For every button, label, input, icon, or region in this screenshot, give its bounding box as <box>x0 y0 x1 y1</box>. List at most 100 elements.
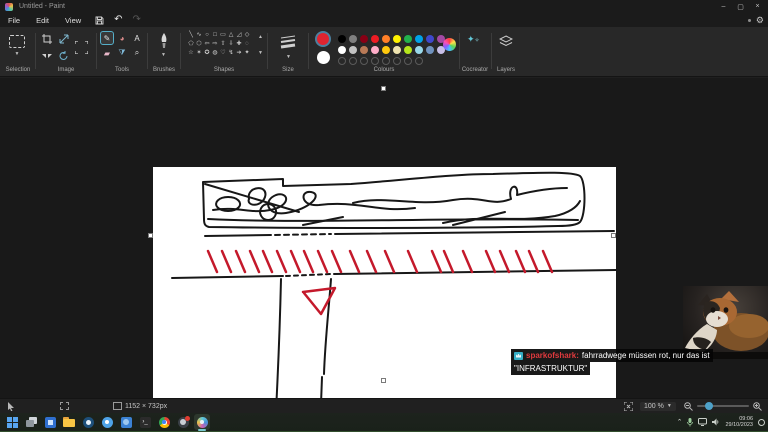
zoom-out-button[interactable] <box>684 401 693 411</box>
shape-option[interactable]: ⇨ <box>211 40 219 49</box>
palette-colour-efe4b0[interactable] <box>392 45 401 54</box>
palette-colour-ffc90e[interactable] <box>381 45 390 54</box>
settings-gear-icon[interactable]: ⚙ <box>756 15 764 25</box>
taskbar-icon-app-notification[interactable] <box>175 414 191 430</box>
rotate-icon[interactable] <box>59 51 69 61</box>
canvas-resize-handle-bottom[interactable] <box>381 378 386 383</box>
palette-empty-slot[interactable] <box>392 56 401 65</box>
palette-colour-ffaec9[interactable] <box>370 45 379 54</box>
canvas-resize-handle-top[interactable] <box>381 86 386 91</box>
layers-icon[interactable] <box>499 35 513 48</box>
taskbar-icon-app-round-blue[interactable] <box>99 414 115 430</box>
cocreator-sparkle-icon[interactable]: ✦✧ <box>467 34 480 45</box>
undo-icon[interactable]: ↶ <box>114 15 122 25</box>
taskbar-icon-paint[interactable] <box>194 414 210 431</box>
shapes-scroll-down-icon[interactable]: ▼ <box>258 51 263 56</box>
select-all-icon[interactable] <box>75 41 88 54</box>
palette-colour-000000[interactable] <box>337 34 346 43</box>
palette-colour-00a2e8[interactable] <box>414 34 423 43</box>
taskbar-icon-chrome[interactable] <box>156 414 172 430</box>
crop-icon[interactable] <box>42 34 52 44</box>
menu-view[interactable]: View <box>57 16 89 25</box>
taskbar-icon-terminal[interactable]: ›_ <box>137 414 153 430</box>
shape-option[interactable]: □ <box>211 31 219 40</box>
taskbar-icon-photos[interactable] <box>118 414 134 430</box>
shape-option[interactable]: ⇦ <box>203 40 211 49</box>
shape-option[interactable]: ↯ <box>227 49 235 58</box>
brush-icon[interactable] <box>159 33 169 49</box>
color-picker-tool[interactable]: ⧩ <box>115 46 129 60</box>
menu-file[interactable]: File <box>0 16 28 25</box>
zoom-level-dropdown[interactable]: 100 % ▼ <box>640 401 676 411</box>
close-button[interactable]: × <box>749 0 766 13</box>
tray-chevron-up-icon[interactable]: ⌃ <box>677 418 683 426</box>
magnifier-tool[interactable]: ⌕ <box>130 46 144 60</box>
shape-option[interactable]: ○ <box>203 31 211 40</box>
zoom-slider-thumb[interactable] <box>705 402 713 410</box>
palette-colour-b97a57[interactable] <box>359 45 368 54</box>
shape-option[interactable]: ◍ <box>211 49 219 58</box>
zoom-slider[interactable] <box>697 402 749 410</box>
shape-option[interactable]: ✶ <box>195 49 203 58</box>
shape-option[interactable]: ✚ <box>235 40 243 49</box>
palette-colour-ffffff[interactable] <box>337 45 346 54</box>
palette-colour-22b14c[interactable] <box>403 34 412 43</box>
flip-icon[interactable] <box>42 51 52 61</box>
speaker-icon[interactable] <box>712 418 720 426</box>
eraser-tool[interactable]: ▰ <box>100 46 114 60</box>
shape-option[interactable]: ⬡ <box>195 40 203 49</box>
zoom-in-button[interactable] <box>753 401 762 411</box>
text-tool[interactable]: A <box>130 31 144 45</box>
taskbar-icon-task-view[interactable] <box>23 414 39 430</box>
taskbar-icon-app-round-dark[interactable] <box>80 414 96 430</box>
shape-option[interactable]: ∿ <box>195 31 203 40</box>
line-size-icon[interactable] <box>280 35 296 49</box>
canvas-resize-handle-left[interactable] <box>148 233 153 238</box>
palette-empty-slot[interactable] <box>370 56 379 65</box>
palette-colour-fff200[interactable] <box>392 34 401 43</box>
shape-option[interactable]: ▭ <box>219 31 227 40</box>
taskbar-icon-file-explorer[interactable] <box>61 414 77 430</box>
shape-option[interactable]: ➔ <box>235 49 243 58</box>
fill-tool[interactable]: ◕ <box>115 31 129 45</box>
shape-option[interactable]: ☆ <box>187 49 195 58</box>
chevron-down-icon[interactable]: ▼ <box>286 55 291 60</box>
shape-option[interactable]: ⇩ <box>227 40 235 49</box>
shape-option[interactable]: ╲ <box>187 31 195 40</box>
clock[interactable]: 09:06 29/10/2023 <box>725 416 753 428</box>
shape-option[interactable]: ♡ <box>219 49 227 58</box>
selection-tool-button[interactable]: ▼ <box>9 35 25 57</box>
redo-icon[interactable]: ↷ <box>133 15 141 25</box>
palette-colour-99d9ea[interactable] <box>414 45 423 54</box>
palette-colour-ff7f27[interactable] <box>381 34 390 43</box>
shape-option[interactable]: ⬠ <box>187 40 195 49</box>
palette-empty-slot[interactable] <box>359 56 368 65</box>
foreground-colour-swatch[interactable] <box>315 31 331 47</box>
drawing-canvas[interactable] <box>153 167 616 432</box>
taskbar-icon-app-blue[interactable] <box>42 414 58 430</box>
notification-bell-icon[interactable] <box>758 418 765 426</box>
minimize-button[interactable]: – <box>715 0 732 13</box>
palette-colour-7f7f7f[interactable] <box>348 34 357 43</box>
menu-edit[interactable]: Edit <box>28 16 57 25</box>
resize-icon[interactable] <box>59 34 70 44</box>
shape-option[interactable]: △ <box>227 31 235 40</box>
zoom-slider-track[interactable] <box>697 402 749 410</box>
taskbar-icon-start[interactable] <box>4 414 20 430</box>
chevron-down-icon[interactable]: ▼ <box>9 52 25 57</box>
palette-empty-slot[interactable] <box>381 56 390 65</box>
maximize-button[interactable]: ▢ <box>732 0 749 13</box>
shape-option[interactable]: ◇ <box>243 31 251 40</box>
shape-option[interactable]: ✪ <box>203 49 211 58</box>
shape-option[interactable]: ◿ <box>235 31 243 40</box>
edit-colours-icon[interactable] <box>443 38 456 51</box>
palette-empty-slot[interactable] <box>414 56 423 65</box>
display-icon[interactable] <box>698 418 708 426</box>
pencil-tool[interactable]: ✎ <box>100 31 114 45</box>
palette-empty-slot[interactable] <box>403 56 412 65</box>
fit-to-screen-button[interactable] <box>624 401 633 411</box>
save-icon[interactable] <box>95 16 104 25</box>
shape-option[interactable]: ✦ <box>243 49 251 58</box>
shape-option[interactable]: ⇧ <box>219 40 227 49</box>
palette-colour-ed1c24[interactable] <box>370 34 379 43</box>
